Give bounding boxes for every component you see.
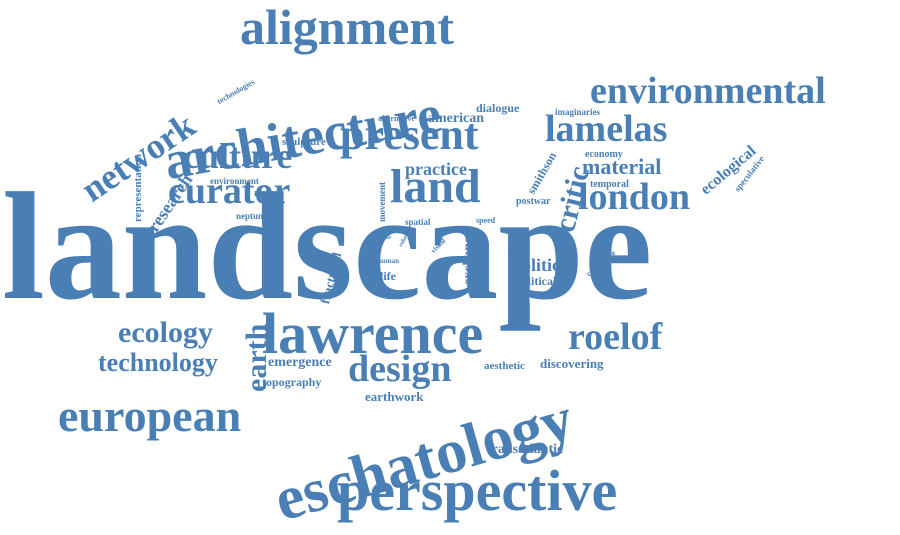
word-sculpture: sculpture [282,136,326,148]
word-movement: movement [377,182,387,222]
word-environmental: environmental [590,70,826,112]
word-speed: speed [476,216,496,225]
word-environment: environment [210,176,259,186]
word-exchange: exchange [461,229,476,285]
word-alternative: alternative [378,114,415,123]
word-topography: topography [262,375,322,389]
word-technology: technology [98,348,218,377]
word-aesthetic: aesthetic [484,360,525,372]
word-roelof: roelof [568,316,663,358]
word-emergence: emergence [268,355,332,370]
word-alignment: alignment [240,0,454,55]
word-imaginaries: imaginaries [555,107,600,117]
word-design: design [348,348,452,390]
word-transatlantic: transatlantic [487,442,564,457]
word-discovering: discovering [540,356,604,371]
word-neptune: neptune [236,211,268,221]
word-practice: practice [405,159,467,179]
word-human: human [378,257,400,265]
word-earthwork: earthwork [365,389,424,404]
word-technologies: technologies [215,77,257,106]
word-european: european [58,390,242,441]
word-representation: representation [132,153,144,222]
word-cloud: landscape lawrence eschatology perspecti… [0,0,900,535]
word-ecology: ecology [118,316,213,349]
word-postwar: postwar [516,196,551,207]
word-spatial: spatial [405,217,431,227]
word-life: life [380,269,396,283]
word-dialogue: dialogue [476,101,520,115]
word-politic: politic [512,255,560,275]
word-economy: economy [585,149,623,160]
word-perspective: perspective [337,458,618,523]
word-culture: culture [183,136,293,176]
word-temporal: temporal [590,179,629,190]
word-political: political [515,274,557,288]
word-debate: debate [374,235,391,241]
